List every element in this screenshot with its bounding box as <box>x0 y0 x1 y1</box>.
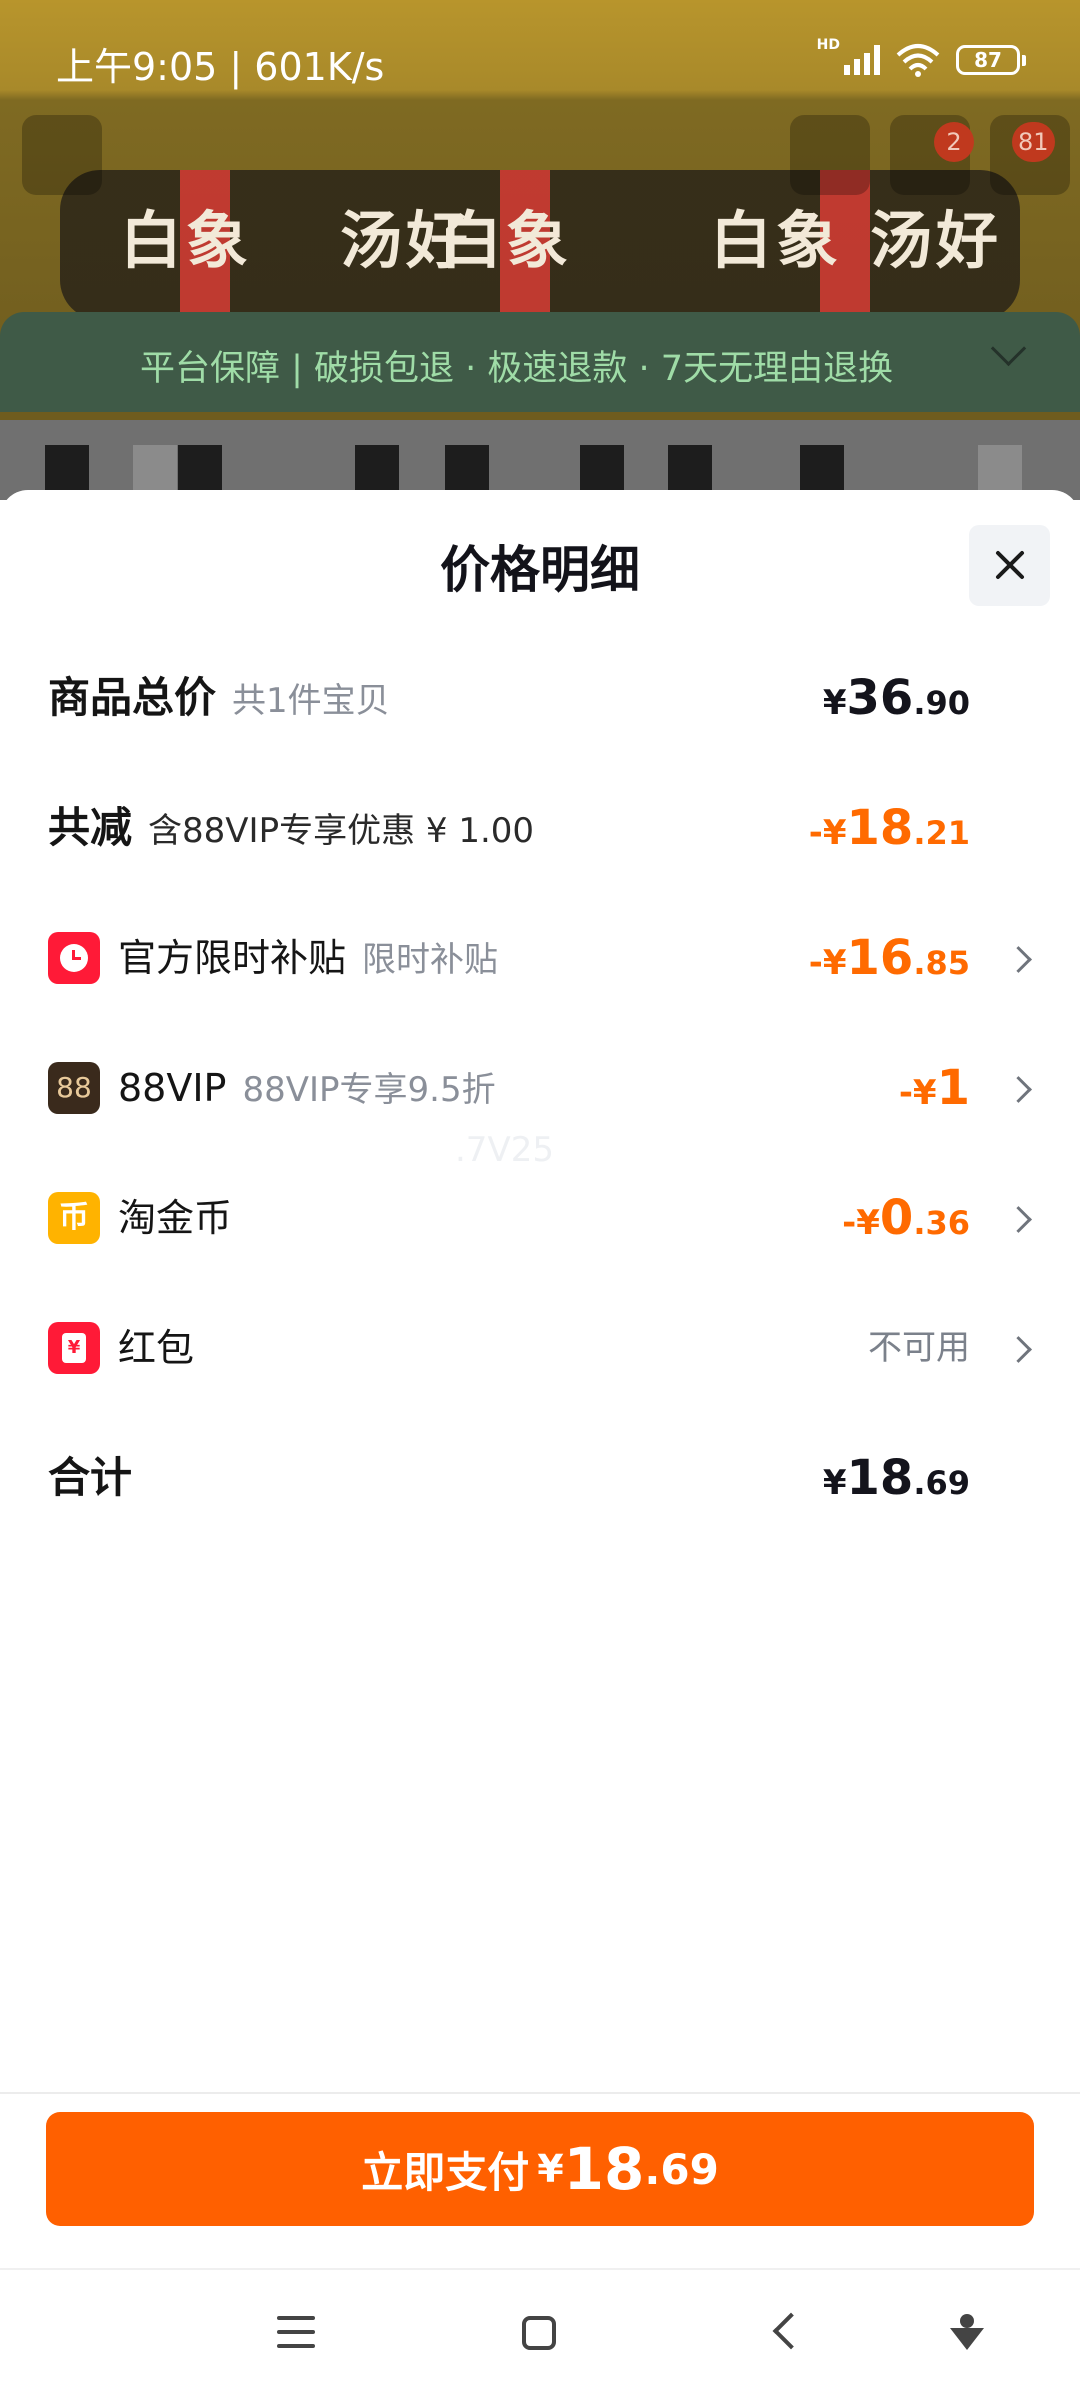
sheet-title: 价格明细 <box>440 541 640 599</box>
row-status: 不可用 <box>868 1328 970 1368</box>
status-time: 上午9:05 | 601K/s <box>56 45 385 89</box>
vip-88-icon: 88 <box>48 1062 100 1114</box>
row-title: 共减 <box>48 803 133 852</box>
row-title: 官方限时补贴 <box>118 936 347 980</box>
row-amount: -¥16.85 <box>809 918 970 998</box>
row-amount: ¥18.69 <box>823 1438 970 1518</box>
row-sum: 合计 ¥18.69 <box>48 1438 1038 1518</box>
amount-integer: 1 <box>936 1060 970 1116</box>
row-amount: -¥0.36 <box>842 1178 970 1258</box>
row-taobao-coin[interactable]: 币 淘金币 -¥0.36 <box>48 1178 1038 1258</box>
guarantee-text: 平台保障 | 破损包退 · 极速退款 · 7天无理由退换 <box>140 349 894 389</box>
row-label: 88VIP 88VIP专享9.5折 <box>118 1048 496 1128</box>
pay-now-button[interactable]: 立即支付 ¥18.69 <box>46 2112 1034 2226</box>
row-label: 商品总价 共1件宝贝 <box>48 658 390 738</box>
amount-integer: 18 <box>563 2135 645 2203</box>
home-icon[interactable] <box>522 2316 556 2350</box>
close-button[interactable] <box>969 525 1050 606</box>
amount-decimal: .69 <box>644 2144 719 2194</box>
amount-integer: 18 <box>846 1450 914 1506</box>
share-button[interactable] <box>790 115 870 195</box>
row-title: 合计 <box>48 1453 133 1502</box>
row-amount: -¥1 <box>899 1048 970 1128</box>
chevron-right-icon <box>1005 1076 1032 1103</box>
battery-level: 87 <box>974 48 1002 72</box>
divider <box>0 2268 1080 2270</box>
currency-symbol: -¥ <box>898 1073 937 1113</box>
hd-label: HD <box>816 37 840 53</box>
row-label: 淘金币 <box>118 1178 232 1258</box>
chevron-right-icon <box>1005 946 1032 973</box>
row-88vip[interactable]: 88 88VIP 88VIP专享9.5折 -¥1 <box>48 1048 1038 1128</box>
amount-decimal: .69 <box>913 1464 970 1502</box>
product-brand-text: 白象 <box>710 204 843 277</box>
row-total-discount: 共减 含88VIP专享优惠 ¥ 1.00 -¥18.21 <box>48 788 1038 868</box>
currency-symbol: ¥ <box>822 1463 847 1503</box>
row-official-subsidy[interactable]: 官方限时补贴 限时补贴 -¥16.85 <box>48 918 1038 998</box>
pay-button-label: 立即支付 <box>361 2147 530 2197</box>
product-brand-text: 白象 <box>440 204 573 277</box>
row-subtitle: 88VIP专享9.5折 <box>242 1070 496 1110</box>
product-brand-text: 白象 <box>120 204 253 277</box>
amount-integer: 0 <box>879 1190 914 1246</box>
menu-icon[interactable] <box>277 2316 315 2348</box>
row-subtitle: 共1件宝贝 <box>232 681 390 721</box>
currency-symbol: ¥ <box>822 683 847 723</box>
watermark-text: .7V25 <box>455 1130 554 1170</box>
row-label: 红包 <box>118 1308 194 1388</box>
status-bar: 上午9:05 | 601K/s HD 87 <box>0 0 1080 96</box>
row-item-total: 商品总价 共1件宝贝 ¥36.90 <box>48 658 1038 738</box>
amount-decimal: .90 <box>913 684 970 722</box>
row-red-packet[interactable]: ¥ 红包 不可用 <box>48 1308 1038 1388</box>
back-button[interactable] <box>22 115 102 195</box>
product-brand-text: 汤好 <box>870 204 1003 277</box>
currency-symbol: -¥ <box>808 943 847 983</box>
currency-symbol: -¥ <box>842 1203 880 1243</box>
signal-icon <box>844 45 880 75</box>
amount-integer: 16 <box>846 930 914 986</box>
chevron-right-icon <box>1005 1336 1032 1363</box>
cart-badge: 2 <box>934 122 974 162</box>
amount-decimal: .85 <box>913 944 970 982</box>
currency-symbol: ¥ <box>537 2147 564 2191</box>
chevron-right-icon <box>1005 1206 1032 1233</box>
row-label: 共减 含88VIP专享优惠 ¥ 1.00 <box>48 788 534 868</box>
currency-symbol: -¥ <box>808 813 847 853</box>
message-badge: 81 <box>1012 122 1055 162</box>
amount-integer: 36 <box>846 670 914 726</box>
coin-icon: 币 <box>48 1192 100 1244</box>
amount-integer: 18 <box>846 800 914 856</box>
wifi-icon <box>896 44 940 77</box>
divider <box>0 2092 1080 2094</box>
row-title: 88VIP <box>118 1066 227 1110</box>
row-label: 官方限时补贴 限时补贴 <box>118 918 498 998</box>
assistant-icon[interactable] <box>950 2314 984 2354</box>
battery-icon: 87 <box>956 45 1026 75</box>
amount-decimal: .21 <box>913 814 970 852</box>
row-amount: -¥18.21 <box>809 788 970 868</box>
sku-thumbnail-strip <box>0 420 1080 500</box>
row-subtitle: 限时补贴 <box>362 940 499 980</box>
row-title: 商品总价 <box>48 673 217 722</box>
clock-icon <box>48 932 100 984</box>
row-subtitle: 含88VIP专享优惠 ¥ 1.00 <box>148 811 535 851</box>
red-packet-icon: ¥ <box>48 1322 100 1374</box>
row-title: 红包 <box>118 1326 195 1370</box>
row-amount: ¥36.90 <box>823 658 970 738</box>
amount-decimal: .36 <box>913 1204 970 1242</box>
status-icons: HD 87 <box>816 37 1026 80</box>
row-title: 淘金币 <box>118 1196 233 1240</box>
